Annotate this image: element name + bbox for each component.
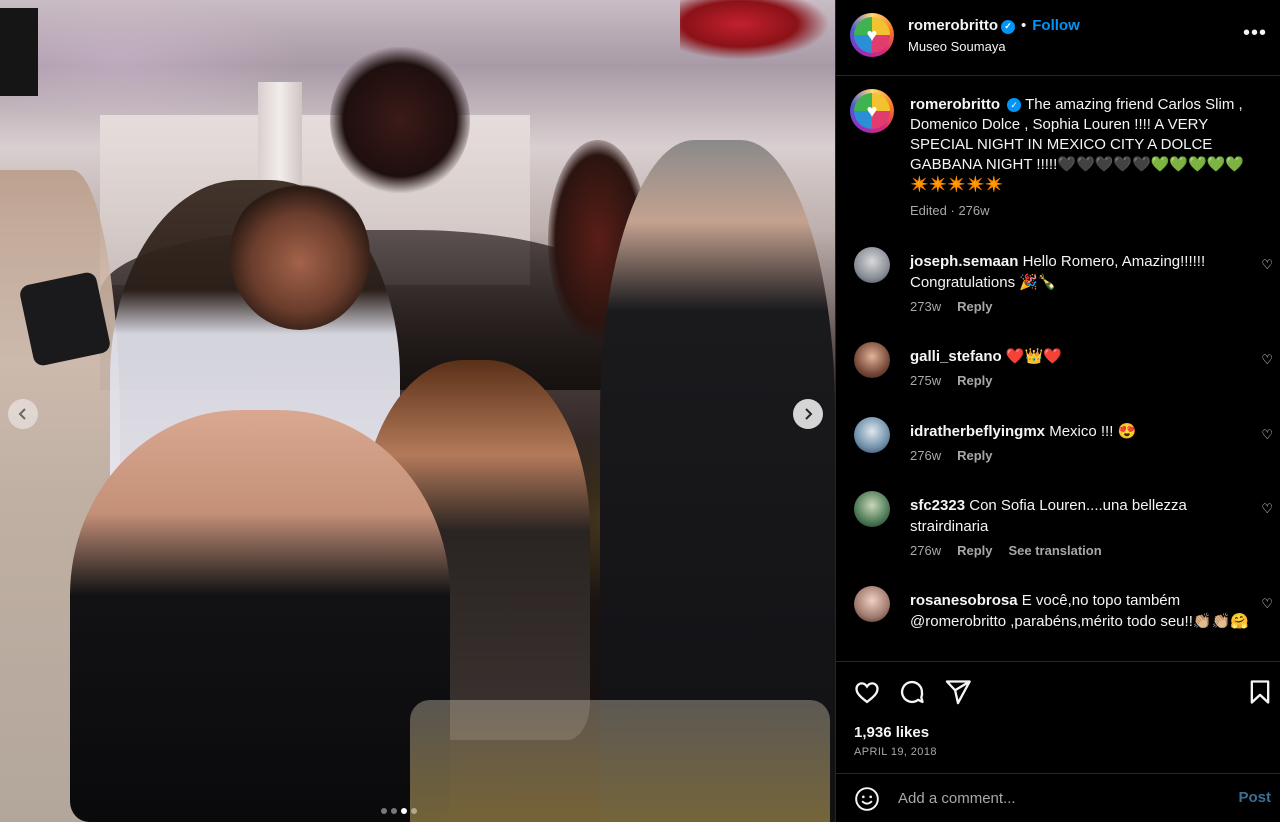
- post-date: APRIL 19, 2018: [854, 746, 937, 758]
- reply-button[interactable]: Reply: [957, 373, 992, 388]
- commenter-avatar[interactable]: [854, 417, 890, 453]
- commenter-username[interactable]: joseph.semaan: [910, 253, 1018, 270]
- comment-meta: 276w Reply See translation: [910, 543, 1102, 558]
- post-actions: 1,936 likes APRIL 19, 2018: [836, 661, 1280, 773]
- post-location[interactable]: Museo Soumaya: [908, 39, 1006, 54]
- post-caption: romerobritto ✓ The amazing friend Carlos…: [910, 95, 1262, 195]
- more-options-icon[interactable]: •••: [1243, 22, 1267, 45]
- carousel-dot-active: [401, 808, 407, 814]
- photo-man-head: [230, 180, 370, 330]
- commenter-avatar[interactable]: [854, 342, 890, 378]
- commenter-username[interactable]: sfc2323: [910, 497, 965, 514]
- commenter-username[interactable]: idratherbeflyingmx: [910, 423, 1045, 440]
- carousel-dot: [381, 808, 387, 814]
- photo-glasses: [410, 700, 830, 822]
- comment-meta: 276w Reply: [910, 448, 992, 463]
- like-comment-heart-icon[interactable]: ♡: [1261, 427, 1273, 443]
- carousel-indicator: [381, 808, 417, 814]
- chevron-right-icon: [805, 408, 813, 420]
- follow-button[interactable]: Follow: [1032, 17, 1080, 34]
- commenter-username[interactable]: rosanesobrosa: [910, 592, 1018, 609]
- photo-man-signing: [70, 410, 450, 822]
- comment-age[interactable]: 276w: [910, 448, 941, 463]
- verified-badge-icon: ✓: [1001, 19, 1015, 34]
- carousel-dot: [411, 808, 417, 814]
- reply-button[interactable]: Reply: [957, 448, 992, 463]
- caption-author-avatar[interactable]: ♥: [850, 89, 894, 133]
- share-send-icon[interactable]: [944, 678, 972, 706]
- caption-username[interactable]: romerobritto: [910, 96, 1000, 113]
- comment-body: joseph.semaan Hello Romero, Amazing!!!!!…: [910, 251, 1250, 293]
- like-comment-heart-icon[interactable]: ♡: [1261, 501, 1273, 517]
- comment-text: ❤️👑❤️: [1005, 348, 1062, 365]
- commenter-avatar[interactable]: [854, 247, 890, 283]
- comment-text: Mexico !!! 😍: [1049, 423, 1137, 440]
- comment-meta: 275w Reply: [910, 373, 992, 388]
- heart-logo-icon: ♥: [854, 17, 890, 53]
- comment-age[interactable]: 276w: [910, 543, 941, 558]
- chevron-left-icon: [18, 408, 26, 420]
- post-comment-button[interactable]: Post: [1238, 789, 1271, 806]
- comments-feed[interactable]: ♥ romerobritto ✓ The amazing friend Carl…: [836, 77, 1280, 661]
- commenter-avatar[interactable]: [854, 586, 890, 622]
- photo-speaker: [0, 8, 38, 96]
- carousel-dot: [391, 808, 397, 814]
- emoji-icon[interactable]: [854, 786, 880, 812]
- comment-meta: 273w Reply: [910, 299, 992, 314]
- post-author: romerobritto ✓ • Follow: [908, 17, 1080, 34]
- photo-roses: [680, 0, 830, 60]
- post-side-panel: ♥ romerobritto ✓ • Follow Museo Soumaya •••…: [835, 0, 1280, 822]
- see-translation-button[interactable]: See translation: [1008, 543, 1101, 558]
- post-header: ♥ romerobritto ✓ • Follow Museo Soumaya •••: [836, 0, 1280, 76]
- author-avatar[interactable]: ♥: [850, 13, 894, 57]
- comment-body: sfc2323 Con Sofia Louren....una bellezza…: [910, 495, 1250, 537]
- commenter-username[interactable]: galli_stefano: [910, 348, 1002, 365]
- comment-body: galli_stefano ❤️👑❤️: [910, 346, 1250, 367]
- like-comment-heart-icon[interactable]: ♡: [1261, 596, 1273, 612]
- comment-composer: Post: [836, 773, 1280, 822]
- like-heart-icon[interactable]: [853, 678, 881, 706]
- reply-button[interactable]: Reply: [957, 299, 992, 314]
- post-photo[interactable]: [0, 0, 835, 822]
- author-username[interactable]: romerobritto: [908, 17, 998, 34]
- comment-body: idratherbeflyingmx Mexico !!! 😍: [910, 421, 1250, 442]
- verified-badge-icon: ✓: [1007, 98, 1022, 112]
- photo-flower-arrangement: [330, 45, 470, 195]
- comment-age[interactable]: 273w: [910, 299, 941, 314]
- like-comment-heart-icon[interactable]: ♡: [1261, 257, 1273, 273]
- comment-bubble-icon[interactable]: [898, 678, 926, 706]
- like-comment-heart-icon[interactable]: ♡: [1261, 352, 1273, 368]
- save-bookmark-icon[interactable]: [1246, 678, 1274, 706]
- reply-button[interactable]: Reply: [957, 543, 992, 558]
- comment-input[interactable]: [898, 786, 1218, 810]
- photo-phone: [18, 270, 112, 368]
- commenter-avatar[interactable]: [854, 491, 890, 527]
- comment-body: rosanesobrosa E você,no topo também @rom…: [910, 590, 1250, 632]
- caption-meta: Edited · 276w: [910, 203, 990, 218]
- caption-age[interactable]: 276w: [958, 203, 989, 218]
- comment-age[interactable]: 275w: [910, 373, 941, 388]
- heart-logo-icon: ♥: [854, 93, 890, 129]
- likes-count[interactable]: 1,936 likes: [854, 724, 929, 741]
- edited-label: Edited: [910, 203, 947, 218]
- carousel-next-button[interactable]: [793, 399, 823, 429]
- separator-dot: •: [1021, 17, 1027, 34]
- carousel-prev-button[interactable]: [8, 399, 38, 429]
